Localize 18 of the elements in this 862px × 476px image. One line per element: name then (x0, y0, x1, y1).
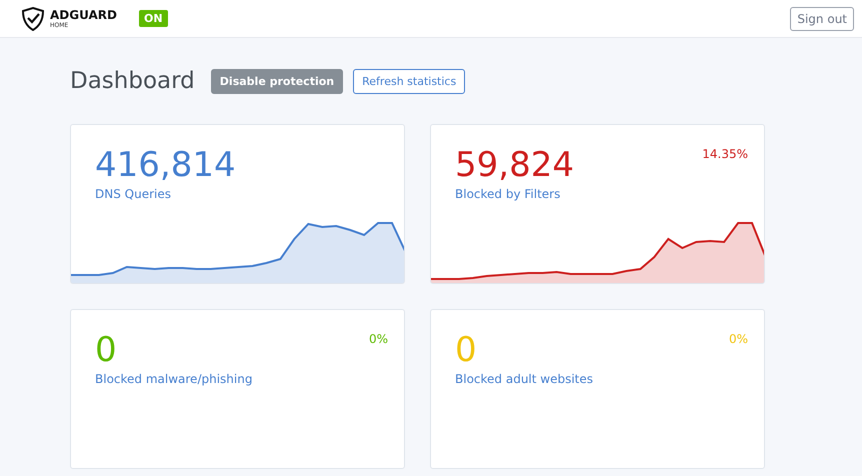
refresh-statistics-button[interactable]: Refresh statistics (353, 68, 466, 94)
stat-percent: 0% (368, 332, 388, 346)
status-badge: ON (138, 10, 168, 27)
stat-label: Blocked malware/phishing (95, 372, 252, 386)
page-title: Dashboard (70, 68, 195, 94)
shield-check-icon (22, 6, 44, 30)
stat-percent: 14.35% (702, 147, 748, 161)
stat-value: 0 (95, 330, 117, 370)
stat-label: DNS Queries (95, 187, 171, 201)
stat-value: 416,814 (95, 145, 236, 185)
stat-label: Blocked adult websites (455, 372, 594, 386)
disable-protection-button[interactable]: Disable protection (210, 68, 344, 94)
stat-value: 59,824 (455, 145, 574, 185)
stat-label: Blocked by Filters (455, 187, 560, 201)
stat-value: 0 (455, 330, 477, 370)
brand-name: ADGUARD (50, 8, 117, 22)
stat-percent: 0% (728, 332, 748, 346)
sign-out-button[interactable]: Sign out (790, 6, 854, 30)
